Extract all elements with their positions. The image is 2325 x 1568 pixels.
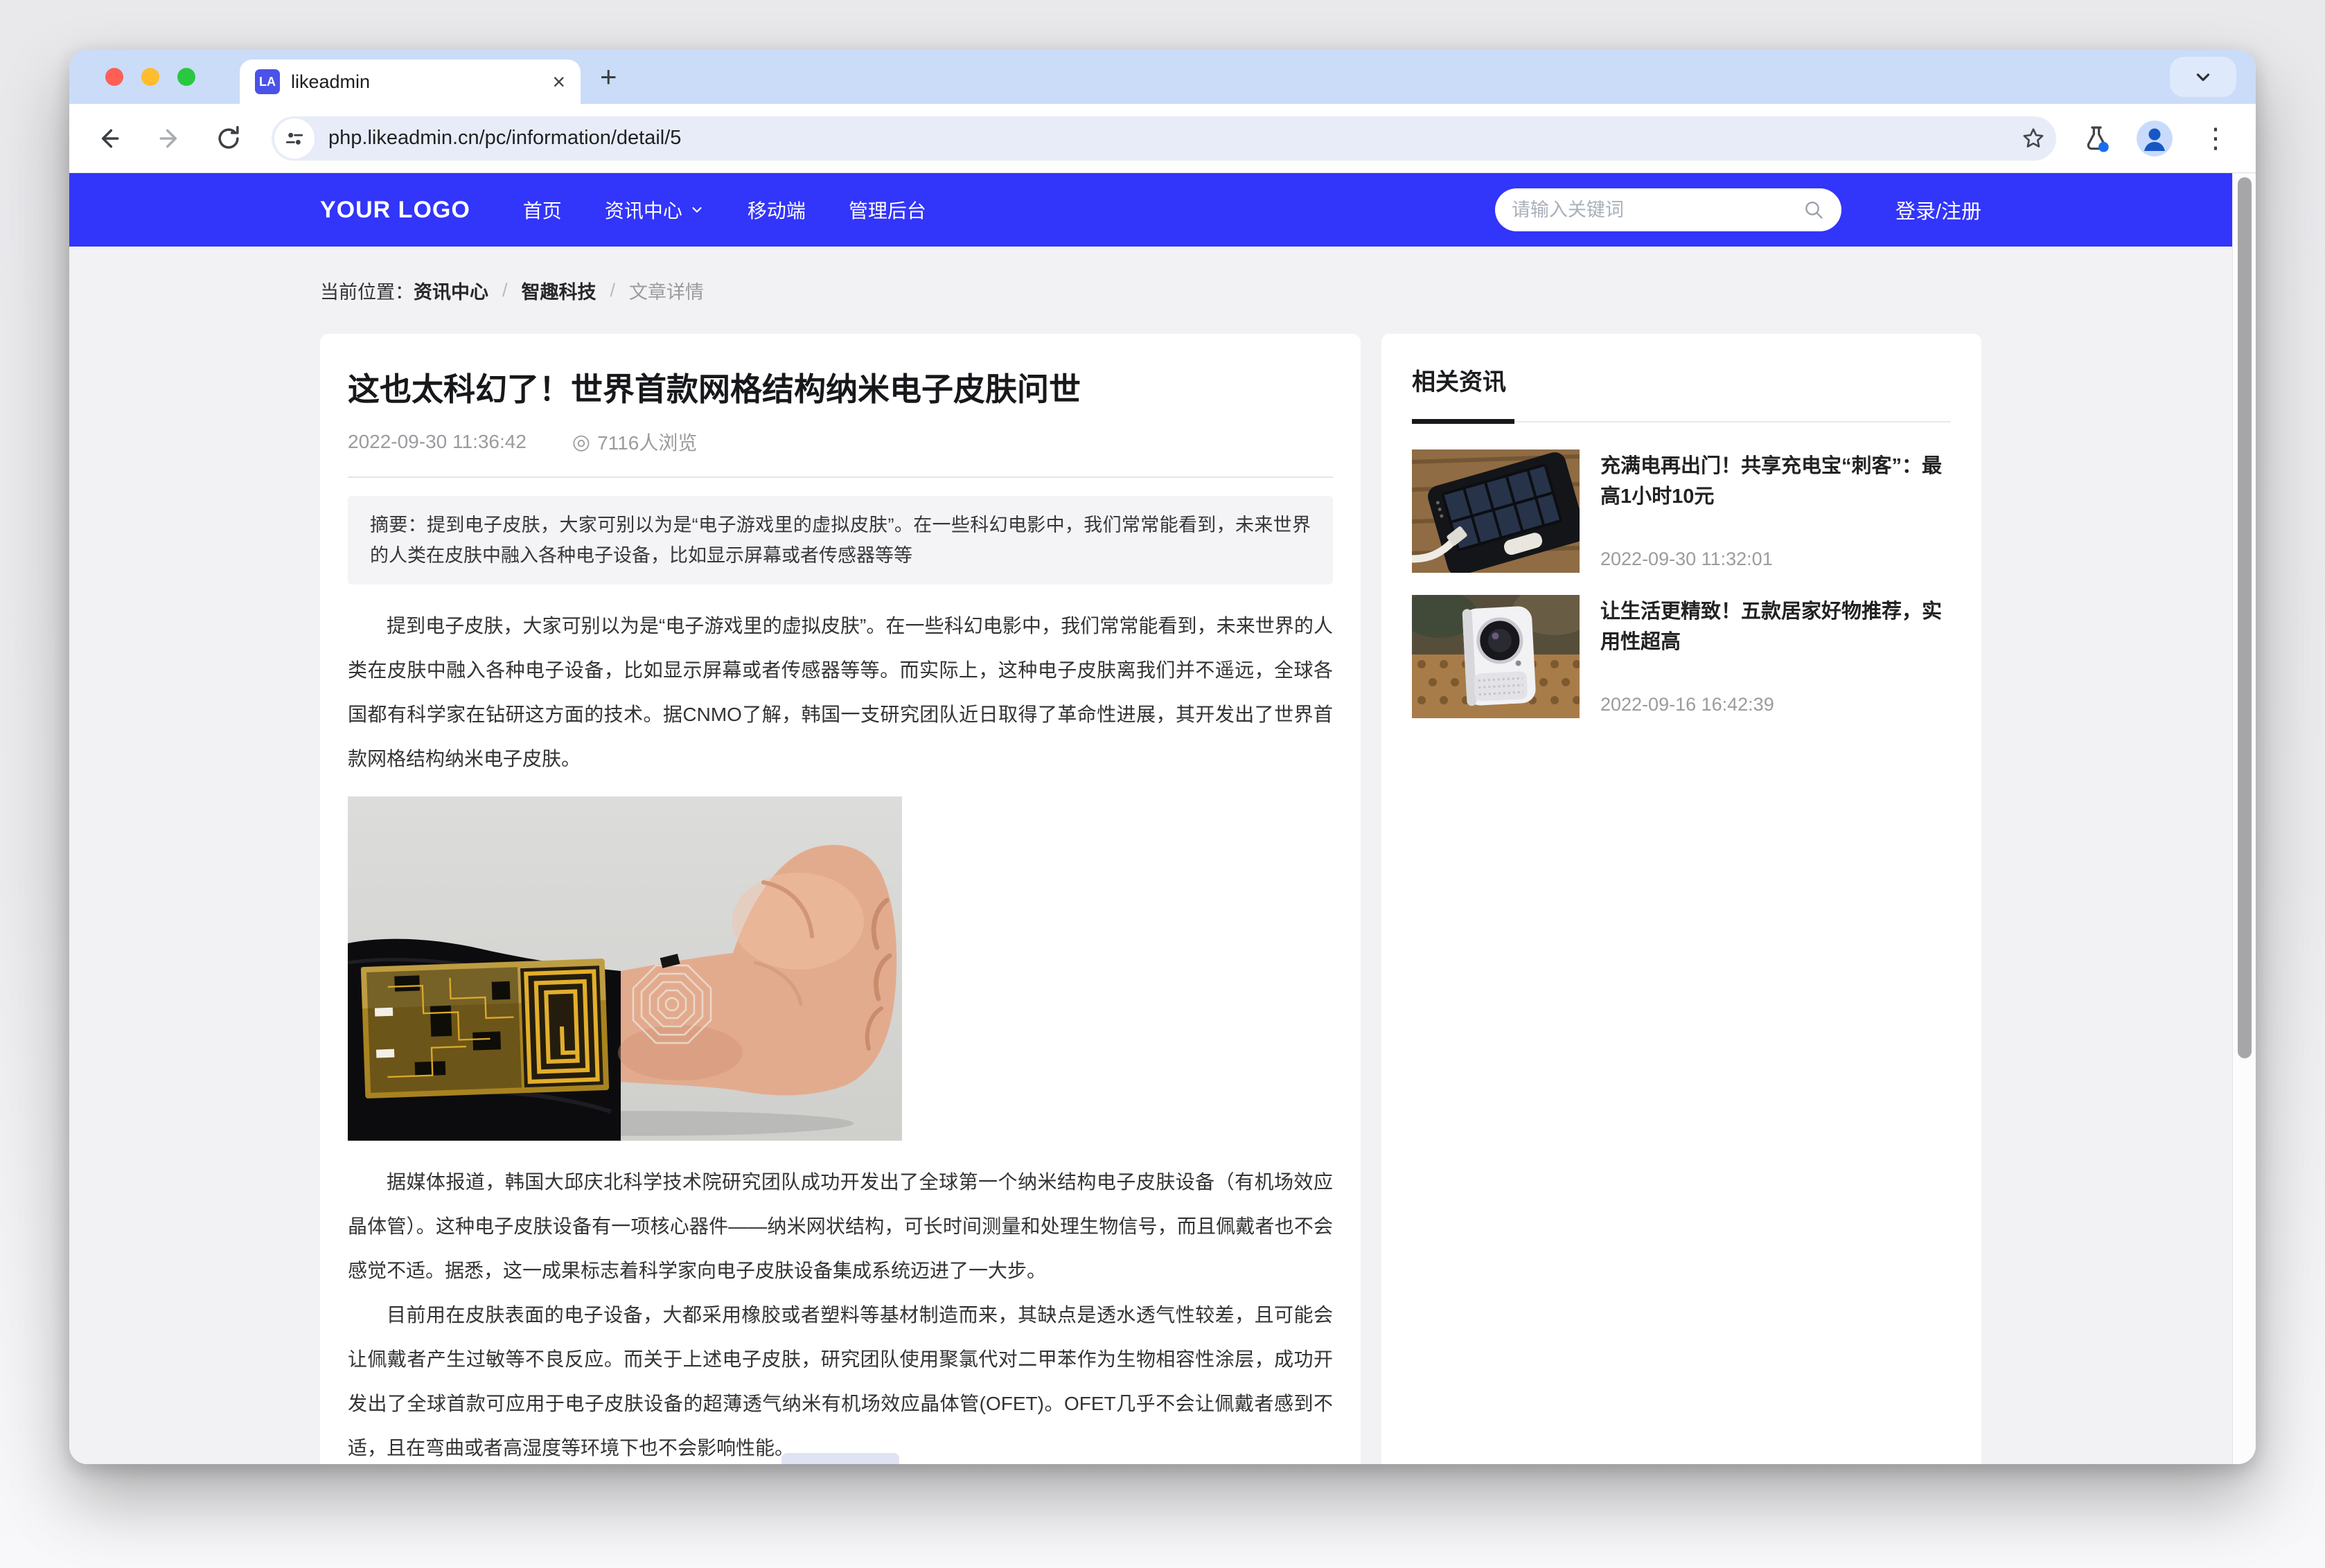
breadcrumb-category[interactable]: 智趣科技 <box>522 277 596 304</box>
related-item[interactable]: 充满电再出门！共享充电宝“刺客”：最高1小时10元 2022-09-30 11:… <box>1412 449 1951 573</box>
nav-link-admin[interactable]: 管理后台 <box>849 196 926 224</box>
site-info-icon[interactable] <box>274 118 315 159</box>
page-scrollbar-thumb[interactable] <box>2238 177 2252 1058</box>
related-item-title[interactable]: 让生活更精致！五款居家好物推荐，实用性超高 <box>1600 596 1951 657</box>
article-date: 2022-09-30 11:36:42 <box>348 431 527 453</box>
window-zoom-button[interactable] <box>177 68 195 86</box>
site-navbar: YOUR LOGO 首页 资讯中心 移动端 管理后台 登录 <box>69 173 2232 247</box>
tab-search-chevron-icon[interactable] <box>2170 57 2236 97</box>
search-input[interactable] <box>1512 199 1803 221</box>
article-views: ◎ 7116人浏览 <box>572 428 697 456</box>
search-icon[interactable] <box>1803 199 1825 221</box>
window-minimize-button[interactable] <box>141 68 159 86</box>
projector-photo[interactable] <box>1412 595 1580 718</box>
browser-tab[interactable]: LA likeadmin × <box>240 60 581 104</box>
browser-toolbar: php.likeadmin.cn/pc/information/detail/5… <box>69 104 2256 173</box>
nav-link-news-label: 资讯中心 <box>605 196 682 224</box>
related-item-title[interactable]: 充满电再出门！共享充电宝“刺客”：最高1小时10元 <box>1600 451 1951 512</box>
article-summary: 摘要：提到电子皮肤，大家可别以为是“电子游戏里的虚拟皮肤”。在一些科幻电影中，我… <box>348 496 1333 585</box>
tab-title: likeadmin <box>291 71 552 93</box>
related-item[interactable]: 让生活更精致！五款居家好物推荐，实用性超高 2022-09-16 16:42:3… <box>1412 595 1951 718</box>
nav-link-news[interactable]: 资讯中心 <box>605 196 705 224</box>
tab-strip: LA likeadmin × + <box>69 50 2256 104</box>
related-heading: 相关资讯 <box>1412 363 1951 397</box>
breadcrumb: 当前位置： 资讯中心 / 智趣科技 / 文章详情 <box>320 247 1981 334</box>
back-button[interactable] <box>90 119 129 158</box>
article-paragraph: 目前用在皮肤表面的电子设备，大都采用橡胶或者塑料等基材制造而来，其缺点是透水透气… <box>348 1293 1333 1464</box>
site-favicon: LA <box>255 69 280 94</box>
chevron-down-icon <box>689 202 705 217</box>
related-item-date: 2022-09-30 11:32:01 <box>1600 549 1951 570</box>
experiments-flask-icon[interactable] <box>2081 123 2112 154</box>
bookmark-star-icon[interactable] <box>2020 125 2046 152</box>
url-bar[interactable]: php.likeadmin.cn/pc/information/detail/5 <box>272 116 2056 161</box>
page-scrollbar-track <box>2232 173 2256 1464</box>
forward-button[interactable] <box>150 119 188 158</box>
site-logo[interactable]: YOUR LOGO <box>320 197 470 224</box>
new-tab-button[interactable]: + <box>600 62 617 91</box>
pagination-sliver <box>781 1453 899 1464</box>
breadcrumb-current: 文章详情 <box>629 277 704 304</box>
article-paragraph: 提到电子皮肤，大家可别以为是“电子游戏里的虚拟皮肤”。在一些科幻电影中，我们常常… <box>348 604 1333 781</box>
eye-icon: ◎ <box>572 430 590 454</box>
page-viewport: YOUR LOGO 首页 资讯中心 移动端 管理后台 登录 <box>69 173 2256 1464</box>
related-news-card: 相关资讯 <box>1381 334 1981 1464</box>
power-bank-photo[interactable] <box>1412 449 1580 573</box>
profile-avatar[interactable] <box>2137 121 2173 157</box>
browser-window: LA likeadmin × + php.likeadmin.cn/pc/inf… <box>69 50 2256 1464</box>
site-nav-links: 首页 资讯中心 移动端 管理后台 <box>523 196 926 224</box>
article-title: 这也太科幻了！世界首款网格结构纳米电子皮肤问世 <box>348 364 1333 410</box>
article-card: 这也太科幻了！世界首款网格结构纳米电子皮肤问世 2022-09-30 11:36… <box>320 334 1361 1464</box>
nav-link-mobile[interactable]: 移动端 <box>748 196 806 224</box>
nav-link-home[interactable]: 首页 <box>523 196 562 224</box>
login-register-link[interactable]: 登录/注册 <box>1895 195 1981 224</box>
related-item-date: 2022-09-16 16:42:39 <box>1600 694 1951 715</box>
site-search <box>1495 188 1841 231</box>
article-image <box>348 796 902 1141</box>
article-views-count: 7116人浏览 <box>597 428 697 456</box>
breadcrumb-label: 当前位置： <box>320 277 414 304</box>
breadcrumb-news-center[interactable]: 资讯中心 <box>414 277 488 304</box>
article-meta: 2022-09-30 11:36:42 ◎ 7116人浏览 <box>348 428 1333 456</box>
url-text: php.likeadmin.cn/pc/information/detail/5 <box>328 127 681 150</box>
breadcrumb-separator: / <box>502 280 508 301</box>
article-paragraph: 据媒体报道，韩国大邱庆北科学技术院研究团队成功开发出了全球第一个纳米结构电子皮肤… <box>348 1160 1333 1293</box>
browser-menu-icon[interactable]: ⋮ <box>2196 125 2235 152</box>
window-close-button[interactable] <box>105 68 123 86</box>
related-heading-rule <box>1412 419 1951 425</box>
breadcrumb-separator: / <box>610 280 616 301</box>
reload-button[interactable] <box>209 119 248 158</box>
tab-close-icon[interactable]: × <box>552 71 565 93</box>
title-divider <box>348 476 1333 478</box>
traffic-lights <box>105 68 195 86</box>
